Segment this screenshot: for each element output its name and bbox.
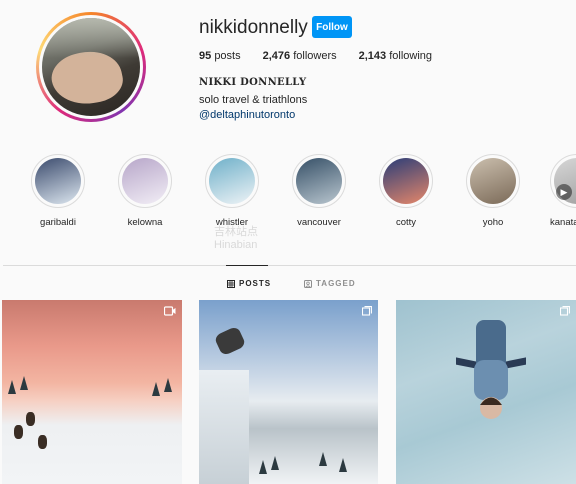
highlight-vancouver[interactable]: vancouver bbox=[289, 154, 349, 228]
followers-count[interactable]: 2,476 followers bbox=[263, 50, 337, 62]
post-thumbnail[interactable] bbox=[199, 300, 378, 484]
profile-link[interactable]: @deltaphinutoronto bbox=[199, 109, 295, 121]
story-highlights: garibaldi kelowna whistler vancouver cot… bbox=[0, 154, 576, 234]
follow-button[interactable]: Follow bbox=[312, 16, 352, 38]
highlight-thumbnail bbox=[122, 158, 168, 204]
tagged-person-icon bbox=[304, 279, 312, 288]
active-tab-indicator bbox=[226, 265, 268, 266]
post-person-shape bbox=[456, 320, 526, 419]
profile-bio: solo travel & triathlons bbox=[199, 94, 308, 106]
highlight-thumbnail bbox=[383, 158, 429, 204]
highlight-label: vancouver bbox=[297, 217, 341, 228]
avatar-photo bbox=[42, 18, 140, 116]
highlight-label: garibaldi bbox=[40, 217, 76, 228]
highlight-yoho[interactable]: yoho bbox=[463, 154, 523, 228]
highlight-label: kanata bbox=[550, 217, 576, 228]
profile-username: nikkidonnelly bbox=[199, 17, 308, 38]
tab-tagged[interactable]: TAGGED bbox=[304, 279, 356, 288]
profile-avatar[interactable] bbox=[36, 12, 146, 122]
highlight-kelowna[interactable]: kelowna bbox=[115, 154, 175, 228]
highlight-garibaldi[interactable]: garibaldi bbox=[28, 154, 88, 228]
post-thumbnail[interactable] bbox=[396, 300, 576, 484]
highlight-label: cotty bbox=[395, 217, 417, 228]
highlight-thumbnail bbox=[35, 158, 81, 204]
highlight-whistler[interactable]: whistler bbox=[202, 154, 262, 228]
tab-divider bbox=[3, 265, 576, 266]
carousel-icon bbox=[362, 306, 372, 316]
highlight-thumbnail bbox=[470, 158, 516, 204]
avatar-inner bbox=[39, 15, 143, 119]
highlights-next-arrow-icon[interactable]: ▶ bbox=[556, 184, 572, 200]
video-icon bbox=[164, 306, 176, 316]
tab-posts[interactable]: POSTS bbox=[227, 279, 271, 288]
highlight-thumbnail bbox=[296, 158, 342, 204]
post-thumbnail[interactable] bbox=[2, 300, 182, 484]
following-count[interactable]: 2,143 following bbox=[359, 50, 432, 62]
profile-display-name: NIKKI DONNELLY bbox=[199, 77, 307, 88]
highlight-thumbnail bbox=[209, 158, 255, 204]
profile-stats: 95 posts 2,476 followers 2,143 following bbox=[199, 50, 432, 62]
watermark: 吉林站点 Hinabian bbox=[214, 226, 258, 251]
grid-icon bbox=[227, 279, 235, 288]
highlight-label: yoho bbox=[482, 217, 504, 228]
posts-count: 95 posts bbox=[199, 50, 241, 62]
highlight-label: kelowna bbox=[127, 217, 163, 228]
carousel-icon bbox=[560, 306, 570, 316]
highlight-cotty[interactable]: cotty bbox=[376, 154, 436, 228]
